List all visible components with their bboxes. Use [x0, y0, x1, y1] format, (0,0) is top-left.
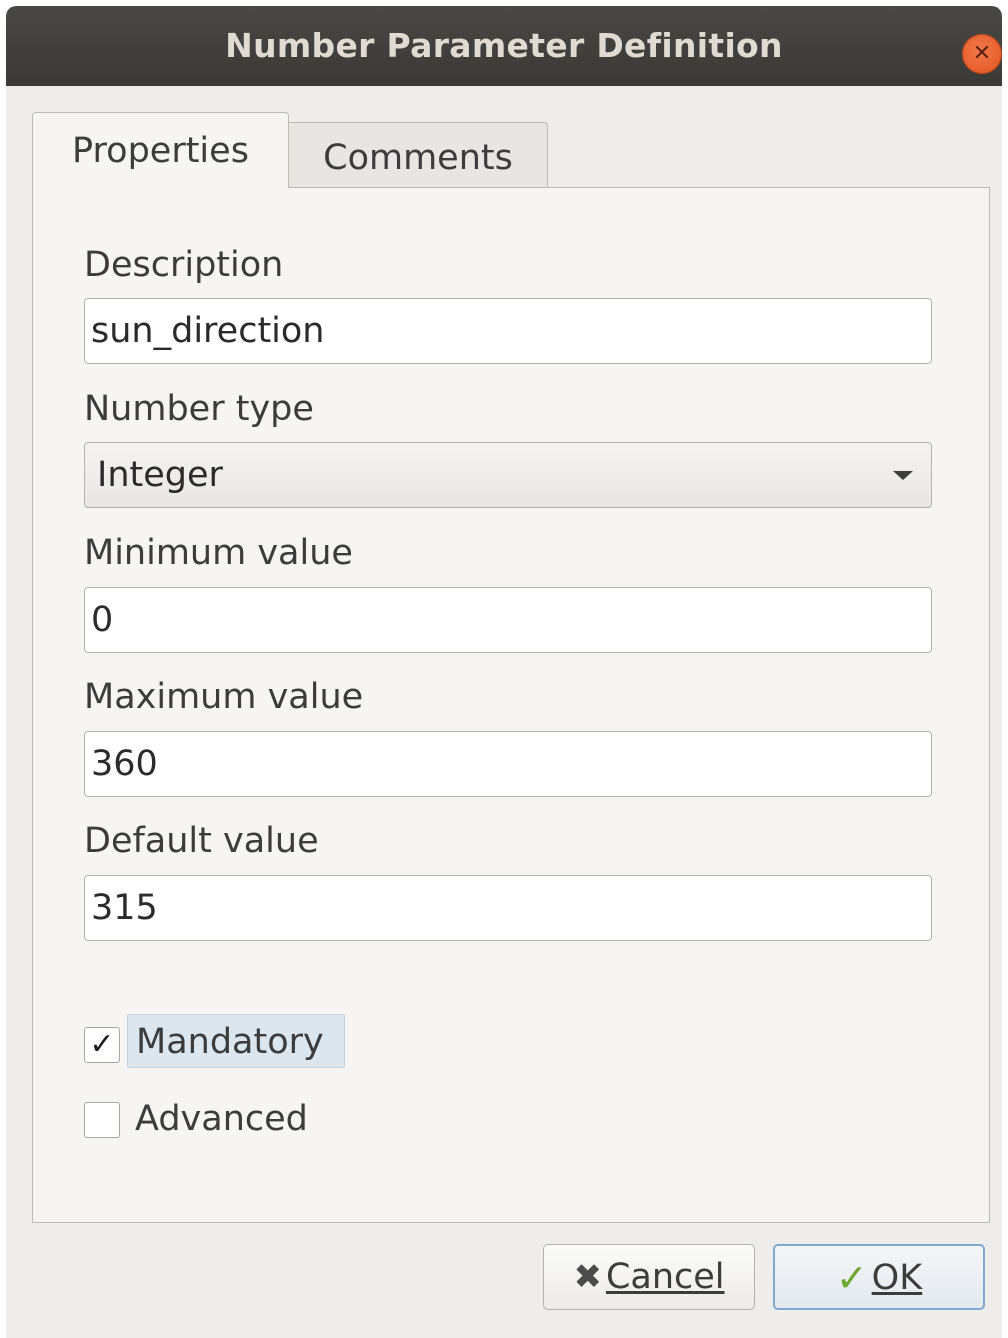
- number-type-select[interactable]: Integer: [84, 442, 932, 508]
- default-value-input[interactable]: [84, 875, 932, 941]
- close-button[interactable]: ✕: [962, 34, 1002, 74]
- number-type-value: Integer: [97, 455, 223, 495]
- minimum-value-label: Minimum value: [84, 533, 353, 573]
- tab-properties[interactable]: Properties: [32, 112, 289, 188]
- chevron-down-icon: [893, 471, 913, 480]
- maximum-value-input[interactable]: [84, 731, 932, 797]
- checkmark-icon: ✓: [89, 1027, 115, 1062]
- mandatory-checkbox[interactable]: ✓: [84, 1027, 120, 1063]
- cancel-button[interactable]: ✖ Cancel: [543, 1244, 755, 1310]
- ok-button[interactable]: ✓ OK: [773, 1244, 985, 1310]
- close-icon: ✕: [972, 41, 992, 66]
- advanced-label[interactable]: Advanced: [135, 1096, 308, 1142]
- checkmark-icon: ✓: [835, 1256, 868, 1300]
- cancel-button-label: Cancel: [605, 1257, 725, 1297]
- window-title: Number Parameter Definition: [225, 26, 783, 65]
- advanced-checkbox[interactable]: [84, 1102, 120, 1138]
- tab-comments-label: Comments: [323, 138, 513, 178]
- tab-properties-label: Properties: [72, 131, 249, 171]
- ok-button-label: OK: [871, 1258, 923, 1298]
- tab-comments[interactable]: Comments: [289, 122, 548, 188]
- mandatory-label[interactable]: Mandatory: [127, 1014, 345, 1068]
- default-value-label: Default value: [84, 821, 319, 861]
- minimum-value-input[interactable]: [84, 587, 932, 653]
- title-bar[interactable]: Number Parameter Definition ✕: [6, 6, 1002, 86]
- cross-icon: ✖: [573, 1257, 602, 1297]
- description-label: Description: [84, 245, 284, 285]
- number-type-label: Number type: [84, 389, 314, 429]
- maximum-value-label: Maximum value: [84, 677, 364, 717]
- description-input[interactable]: [84, 298, 932, 364]
